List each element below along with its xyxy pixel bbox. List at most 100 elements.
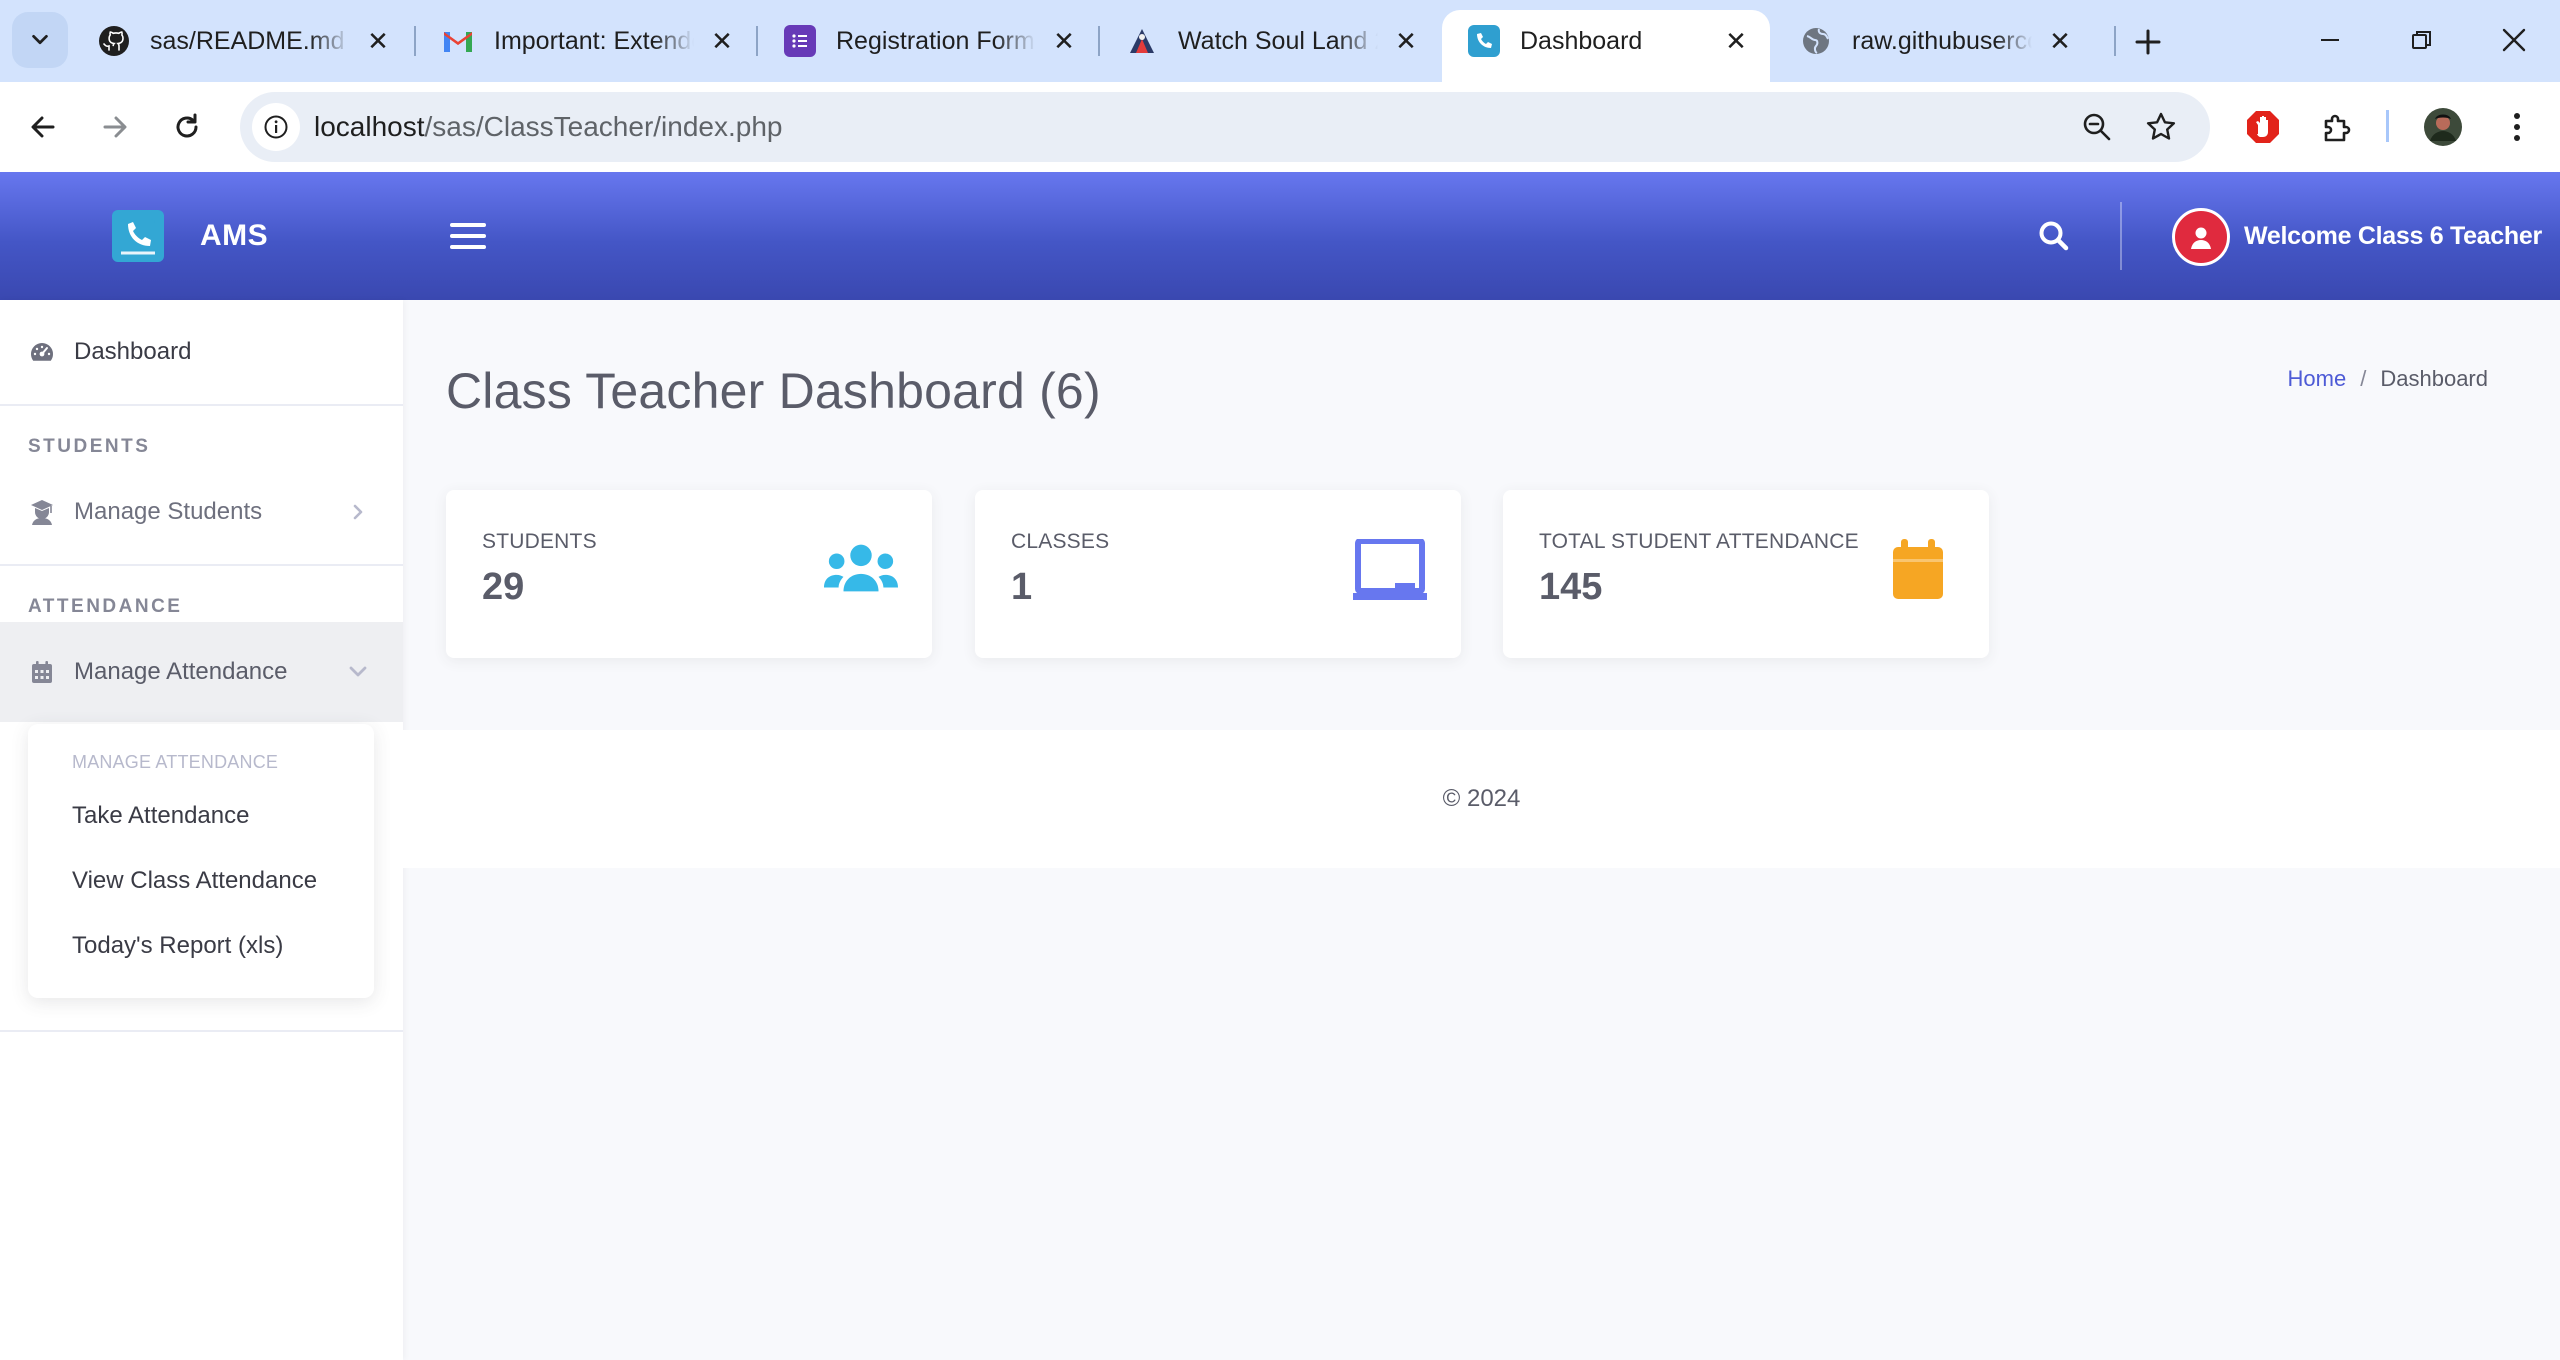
sidebar-item-label: Manage Students <box>74 498 263 525</box>
site-info-button[interactable] <box>252 103 300 151</box>
zoom-button[interactable] <box>2076 106 2118 148</box>
stat-card-classes: Classes 1 <box>975 490 1461 658</box>
stat-card-value: 1 <box>1011 566 1033 608</box>
brand-name[interactable]: AMS <box>200 172 268 300</box>
chalkboard-icon <box>1353 538 1427 602</box>
adblock-extension-button[interactable] <box>2238 102 2288 152</box>
submenu-todays-report[interactable]: Today's Report (xls) <box>72 932 283 960</box>
browser-tab-soul-land[interactable]: Watch Soul Land 2 ✕ <box>1100 10 1440 72</box>
forward-button[interactable] <box>90 102 140 152</box>
reload-icon <box>176 113 198 138</box>
close-icon[interactable]: ✕ <box>706 25 738 57</box>
profile-avatar-icon <box>2424 108 2462 146</box>
sidebar-heading-students: STUDENTS <box>28 436 151 457</box>
more-vertical-icon <box>2514 113 2520 141</box>
close-icon[interactable]: ✕ <box>362 25 394 57</box>
reload-button[interactable] <box>162 102 212 152</box>
back-button[interactable] <box>18 102 68 152</box>
browser-tab-gmail[interactable]: Important: Extended ✕ <box>416 10 756 72</box>
browser-tab-dashboard[interactable]: Dashboard ✕ <box>1442 10 1770 82</box>
browser-tab-raw-github[interactable]: raw.githubusercontent.com ✕ <box>1774 10 2094 72</box>
browser-menu-button[interactable] <box>2492 102 2542 152</box>
hand-stop-icon <box>2247 111 2279 143</box>
extensions-button[interactable] <box>2312 102 2362 152</box>
url-path: /sas/ClassTeacher/index.php <box>424 111 783 142</box>
footer-copyright: © 2024 <box>1442 785 1521 812</box>
restore-button[interactable] <box>2392 14 2452 66</box>
url-host: localhost <box>314 111 425 142</box>
zoom-out-icon <box>2083 113 2111 141</box>
search-button[interactable] <box>2034 216 2074 256</box>
user-avatar[interactable] <box>2172 208 2230 266</box>
submenu-heading: MANAGE ATTENDANCE <box>72 752 279 772</box>
tab-title: Dashboard <box>1520 26 1643 55</box>
sidebar-item-label: Manage Attendance <box>74 658 288 685</box>
sidebar-item-label: Dashboard <box>74 338 192 365</box>
close-icon[interactable]: ✕ <box>1720 25 1752 57</box>
close-icon[interactable]: ✕ <box>1048 25 1080 57</box>
toolbar-divider <box>2386 110 2389 142</box>
page-footer: © 2024 <box>403 730 2560 868</box>
menu-icon-bar <box>450 245 486 249</box>
arrow-left-icon <box>31 116 55 138</box>
site-icon <box>1126 25 1158 57</box>
address-bar[interactable]: localhost/sas/ClassTeacher/index.php <box>240 92 2210 162</box>
sidebar-divider <box>0 564 403 566</box>
bookmark-button[interactable] <box>2140 106 2182 148</box>
new-tab-button[interactable] <box>2126 20 2170 64</box>
menu-icon-bar <box>450 234 486 238</box>
calendar-icon <box>28 658 56 686</box>
sidebar-toggle-button[interactable] <box>450 216 486 256</box>
info-icon <box>264 115 288 139</box>
page-title: Class Teacher Dashboard (6) <box>446 363 1101 419</box>
stat-card-students: Students 29 <box>446 490 932 658</box>
browser-tab-registration[interactable]: Registration Form ✕ <box>758 10 1098 72</box>
minimize-icon <box>2321 39 2339 41</box>
plus-icon <box>2135 29 2161 55</box>
user-welcome-text[interactable]: Welcome Class 6 Teacher <box>2244 172 2542 300</box>
sidebar-item-manage-attendance[interactable]: Manage Attendance <box>0 622 403 722</box>
tab-search-button[interactable] <box>12 12 68 68</box>
stat-card-value: 29 <box>482 566 525 608</box>
profile-button[interactable] <box>2418 102 2468 152</box>
close-icon[interactable]: ✕ <box>1390 25 1422 57</box>
submenu-view-class-attendance[interactable]: View Class Attendance <box>72 867 317 895</box>
stat-card-value: 145 <box>1539 566 1603 608</box>
sidebar-item-manage-students[interactable]: Manage Students <box>0 478 403 546</box>
url-text: localhost/sas/ClassTeacher/index.php <box>314 92 783 162</box>
globe-icon <box>1800 25 1832 57</box>
tab-title: sas/README.md at main <box>150 26 350 55</box>
sidebar-item-dashboard[interactable]: Dashboard <box>0 300 403 404</box>
breadcrumb: Home / Dashboard <box>2288 366 2488 392</box>
arrow-right-icon <box>103 116 127 138</box>
topbar-divider <box>2120 202 2122 270</box>
chevron-down-icon <box>32 34 48 45</box>
submenu-take-attendance[interactable]: Take Attendance <box>72 802 249 830</box>
browser-tab-readme[interactable]: sas/README.md at main ✕ <box>72 10 412 72</box>
users-icon <box>824 538 898 602</box>
forms-icon <box>784 25 816 57</box>
browser-toolbar: localhost/sas/ClassTeacher/index.php <box>0 82 2560 172</box>
close-icon[interactable]: ✕ <box>2044 25 2076 57</box>
browser-tab-bar: sas/README.md at main ✕ Important: Exten… <box>0 0 2560 82</box>
close-window-button[interactable] <box>2484 14 2544 66</box>
tachometer-icon <box>28 338 56 366</box>
puzzle-icon <box>2324 114 2351 142</box>
tab-title: Important: Extended <box>494 26 694 55</box>
stat-card-label: Total Student Attendance <box>1539 530 1859 553</box>
calendar-icon <box>1881 538 1955 602</box>
star-icon <box>2146 112 2176 140</box>
chevron-down-icon <box>347 661 369 683</box>
sidebar-divider <box>0 404 403 406</box>
breadcrumb-separator: / <box>2360 366 2367 391</box>
chevron-right-icon <box>347 501 369 523</box>
breadcrumb-current: Dashboard <box>2380 366 2488 391</box>
sidebar-heading-attendance: ATTENDANCE <box>28 596 183 617</box>
breadcrumb-home-link[interactable]: Home <box>2288 366 2347 392</box>
ams-icon <box>1468 25 1500 57</box>
stat-card-label: Classes <box>1011 530 1110 553</box>
tab-title: Watch Soul Land 2 <box>1178 26 1378 55</box>
stat-card-total-attendance: Total Student Attendance 145 <box>1503 490 1989 658</box>
brand-logo-icon[interactable] <box>112 210 164 262</box>
minimize-button[interactable] <box>2300 14 2360 66</box>
